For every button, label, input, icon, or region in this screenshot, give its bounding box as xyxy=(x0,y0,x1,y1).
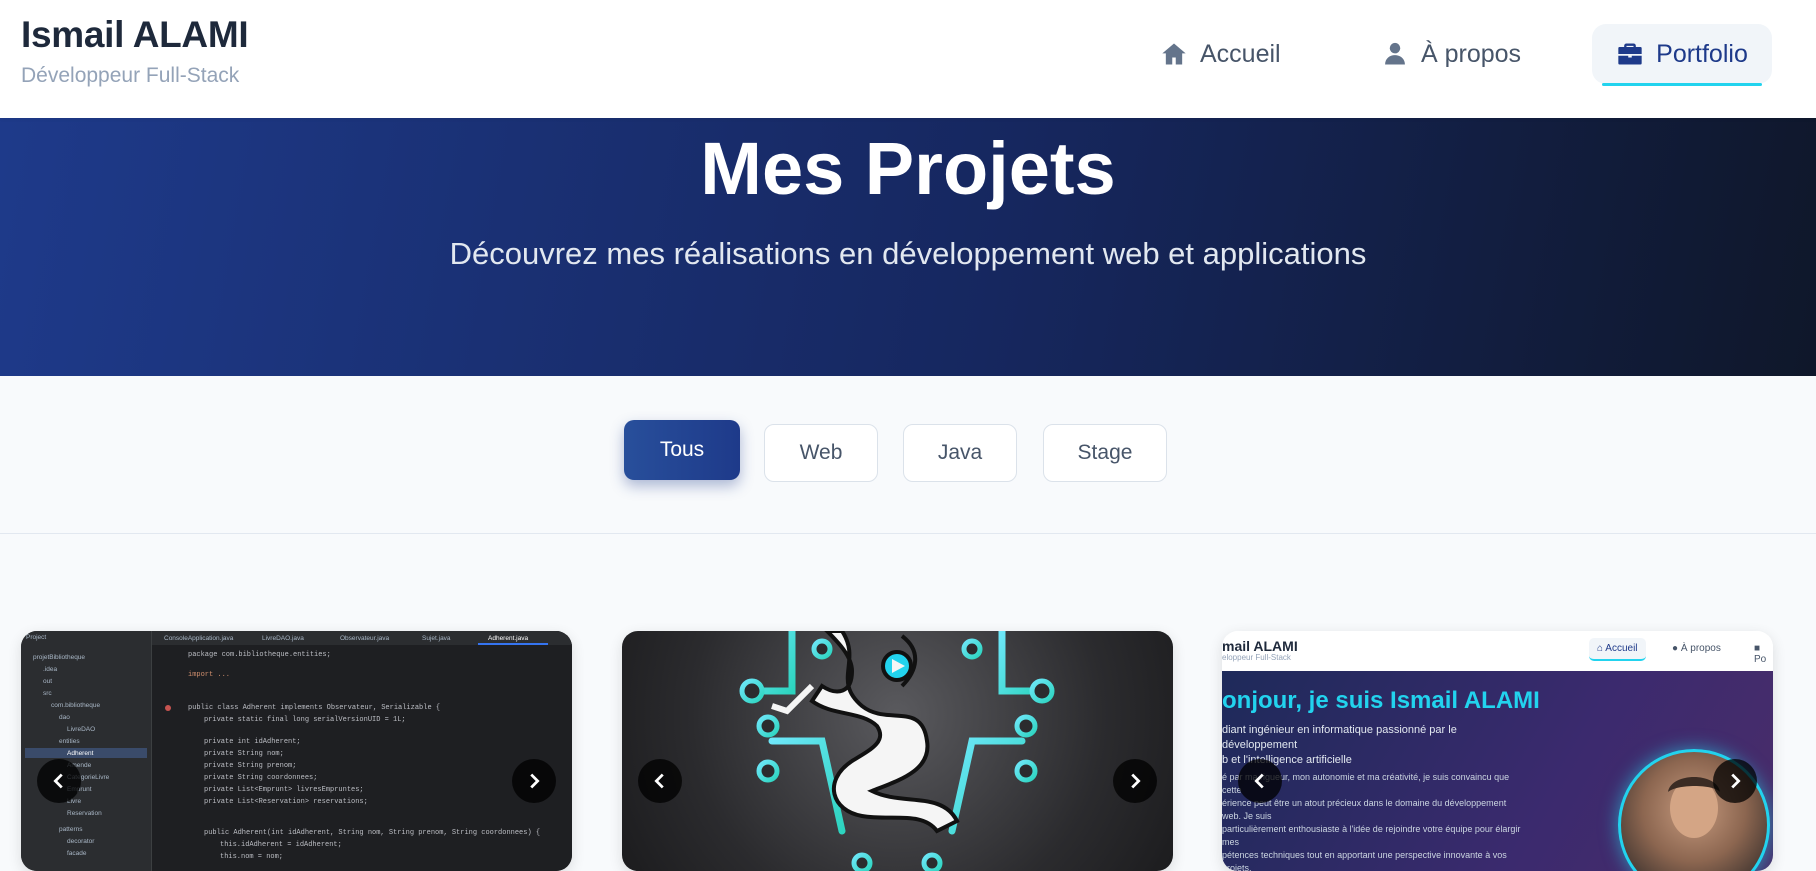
code-line: private static final long serialVersionU… xyxy=(204,716,406,724)
code-line: public Adherent(int idAdherent, String n… xyxy=(204,829,540,837)
project-tree-lines: Project projetBibliotheque .idea out src… xyxy=(25,634,147,857)
tree-item: src xyxy=(43,690,52,697)
chevron-left-icon xyxy=(53,773,63,789)
home-icon xyxy=(1162,43,1186,65)
project-tree-panel: Project projetBibliotheque .idea out src… xyxy=(21,631,152,871)
project-card-java[interactable]: Project projetBibliotheque .idea out src… xyxy=(21,631,572,871)
editor-tab: Observateur.java xyxy=(340,635,390,642)
tree-item: entities xyxy=(59,738,80,745)
mini-nav-about: ● À propos xyxy=(1672,643,1721,654)
code-line: private List<Emprunt> livresEmpruntes; xyxy=(204,786,364,794)
editor-tab: ConsoleApplication.java xyxy=(164,635,234,642)
mini-briefcase-icon: ■ xyxy=(1754,643,1761,654)
nav-portfolio-label: Portfolio xyxy=(1656,39,1748,68)
chevron-left-icon xyxy=(654,773,664,789)
briefcase-icon xyxy=(1618,43,1642,65)
mini-intro-line: diant ingénieur en informatique passionn… xyxy=(1222,724,1457,751)
code-line: import ... xyxy=(188,671,230,679)
code-line: public class Adherent implements Observa… xyxy=(188,704,440,712)
circuit-runner-logo xyxy=(739,631,1055,871)
code-line: private int idAdherent; xyxy=(204,738,301,746)
code-line: private String prenom; xyxy=(204,762,296,770)
nav-home-link[interactable]: Accueil xyxy=(1160,24,1281,84)
nav-about-label: À propos xyxy=(1421,39,1522,68)
mini-nav-home: ⌂ Accueil xyxy=(1589,638,1646,661)
mini-site-header: mail ALAMI eloppeur Full-Stack ⌂ Accueil… xyxy=(1222,631,1773,671)
chevron-right-icon xyxy=(1131,773,1141,789)
tree-item: projetBibliotheque xyxy=(33,654,85,661)
code-line: package com.bibliotheque.entities; xyxy=(188,651,331,659)
code-line: private String coordonnees; xyxy=(204,774,317,782)
tree-item: dao xyxy=(59,714,70,721)
mini-paragraph-line: pétences techniques tout en apportant un… xyxy=(1222,850,1507,871)
site-header: Ismail ALAMI Développeur Full-Stack Accu… xyxy=(0,0,1816,118)
filter-all-button[interactable]: Tous xyxy=(624,420,740,480)
tree-item: patterns xyxy=(59,826,83,833)
code-line: this.idAdherent = idAdherent; xyxy=(220,841,342,849)
filter-java-button[interactable]: Java xyxy=(903,424,1017,482)
carousel-next-button[interactable] xyxy=(1113,759,1157,803)
carousel-prev-button[interactable] xyxy=(37,759,81,803)
project-card-logo[interactable] xyxy=(622,631,1173,871)
page-title: Mes Projets xyxy=(700,127,1116,210)
brand-name[interactable]: Ismail ALAMI xyxy=(21,14,249,56)
tree-item: Reservation xyxy=(67,810,102,817)
tree-item: decorator xyxy=(67,838,95,845)
page-subtitle: Découvrez mes réalisations en développem… xyxy=(449,236,1367,271)
mini-nav-portfolio: ■ Po xyxy=(1754,643,1767,665)
tree-item: LivreDAO xyxy=(67,726,95,733)
carousel-prev-button[interactable] xyxy=(1238,759,1282,803)
tree-item: Adherent xyxy=(67,750,94,757)
editor-tab: Sujet.java xyxy=(422,635,451,642)
tree-item: facade xyxy=(67,850,87,857)
mini-hero-heading: onjour, je suis Ismail ALAMI xyxy=(1222,687,1540,714)
mini-user-icon: ● xyxy=(1672,643,1681,654)
tree-item: com.bibliotheque xyxy=(51,702,101,709)
tree-item: out xyxy=(43,678,52,685)
carousel-prev-button[interactable] xyxy=(638,759,682,803)
chevron-right-icon xyxy=(530,773,540,789)
projects-hero: Mes Projets Découvrez mes réalisations e… xyxy=(0,118,1816,376)
project-card-portfolio[interactable]: mail ALAMI eloppeur Full-Stack ⌂ Accueil… xyxy=(1222,631,1773,871)
chevron-right-icon xyxy=(1731,773,1741,789)
filter-bar: Tous Web Java Stage xyxy=(0,376,1816,534)
editor-tab: Adherent.java xyxy=(488,635,528,642)
code-lines: ConsoleApplication.java LivreDAO.java Ob… xyxy=(152,631,572,861)
carousel-next-button[interactable] xyxy=(512,759,556,803)
mini-brand-name: mail ALAMI xyxy=(1222,638,1298,654)
nav-about-link[interactable]: À propos xyxy=(1381,24,1521,84)
tree-item: Project xyxy=(26,634,46,641)
filter-web-button[interactable]: Web xyxy=(764,424,878,482)
code-line: this.nom = nom; xyxy=(220,853,283,861)
carousel-next-button[interactable] xyxy=(1713,759,1757,803)
user-icon xyxy=(1385,42,1405,65)
mini-brand-subtitle: eloppeur Full-Stack xyxy=(1222,653,1291,662)
brand-subtitle: Développeur Full-Stack xyxy=(21,64,240,87)
nav-portfolio-link[interactable]: Portfolio xyxy=(1592,24,1772,86)
nav-home-label: Accueil xyxy=(1200,39,1281,68)
code-line: private String nom; xyxy=(204,750,284,758)
code-line: private List<Reservation> reservations; xyxy=(204,798,368,806)
mini-paragraph-line: particulièrement enthousiaste à l'idée d… xyxy=(1222,824,1521,847)
tree-item: .idea xyxy=(43,666,57,673)
filter-stage-button[interactable]: Stage xyxy=(1043,424,1167,482)
chevron-left-icon xyxy=(1254,773,1264,789)
code-editor-panel: ConsoleApplication.java LivreDAO.java Ob… xyxy=(152,631,572,871)
editor-tab: LivreDAO.java xyxy=(262,635,304,642)
